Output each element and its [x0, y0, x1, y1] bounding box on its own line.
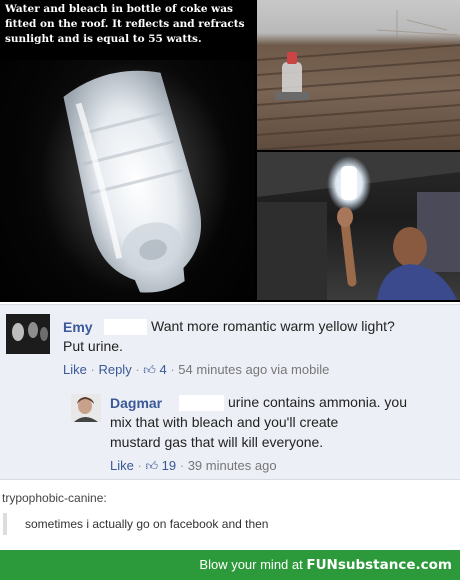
comment-text: mustard gas that will kill everyone.	[110, 434, 324, 450]
comment-author[interactable]: Dagmar	[110, 395, 162, 411]
roof-bottle-image	[257, 10, 460, 150]
room-photo	[257, 152, 460, 300]
comment-text: urine contains ammonia. you	[228, 394, 407, 410]
redacted-surname	[104, 319, 147, 335]
bottle-photo: Water and bleach in bottle of coke was f…	[0, 0, 255, 300]
glowing-bottle-image	[40, 62, 230, 293]
quote-bar	[3, 513, 7, 535]
comment-text: Want more romantic warm yellow light?	[151, 318, 395, 334]
reblog-text: sometimes i actually go on facebook and …	[25, 517, 269, 531]
lit-room-image	[257, 152, 460, 300]
redacted-surname	[179, 395, 224, 411]
caption-box: Water and bleach in bottle of coke was f…	[0, 0, 255, 60]
thumbs-up-icon: 👍︎	[143, 363, 156, 377]
comment-timestamp[interactable]: 39 minutes ago	[188, 458, 277, 473]
watermark-banner: Blow your mind at FUNsubstance.com	[0, 550, 460, 580]
comment-author[interactable]: Emy	[63, 319, 93, 335]
avatar-image	[6, 314, 50, 354]
footer-text: Blow your mind at FUNsubstance.com	[199, 557, 452, 573]
emy-avatar[interactable]	[6, 314, 50, 354]
avatar-image	[71, 394, 101, 422]
comment-text: Put urine.	[63, 338, 123, 354]
separator-dot: ·	[90, 362, 95, 377]
photo-collage: Water and bleach in bottle of coke was f…	[0, 0, 460, 302]
footer-brand[interactable]: FUNsubstance.com	[306, 557, 452, 573]
like-count[interactable]: 19	[162, 458, 176, 473]
like-count[interactable]: 4	[159, 362, 166, 377]
separator-dot: ·	[135, 362, 140, 377]
comment-timestamp[interactable]: 54 minutes ago via mobile	[178, 362, 329, 377]
separator-dot: ·	[137, 458, 142, 473]
roof-photo	[257, 0, 460, 150]
facebook-comments: Emy Want more romantic warm yellow light…	[0, 304, 460, 480]
reply-link[interactable]: Reply	[98, 362, 131, 377]
comment-meta: Like · 👍︎ 19 · 39 minutes ago	[110, 458, 277, 474]
like-link[interactable]: Like	[110, 458, 134, 473]
separator-dot: ·	[170, 362, 175, 377]
footer-prefix: Blow your mind at	[199, 557, 303, 572]
dagmar-avatar[interactable]	[71, 394, 101, 422]
separator-dot: ·	[179, 458, 185, 473]
comment-meta: Like · Reply · 👍︎ 4 · 54 minutes ago via…	[63, 362, 329, 378]
thumbs-up-icon: 👍︎	[145, 459, 158, 473]
caption-text: Water and bleach in bottle of coke was f…	[5, 3, 245, 45]
reblog-username[interactable]: trypophobic-canine:	[2, 491, 107, 505]
like-link[interactable]: Like	[63, 362, 87, 377]
comment-text: mix that with bleach and you'll create	[110, 414, 339, 430]
